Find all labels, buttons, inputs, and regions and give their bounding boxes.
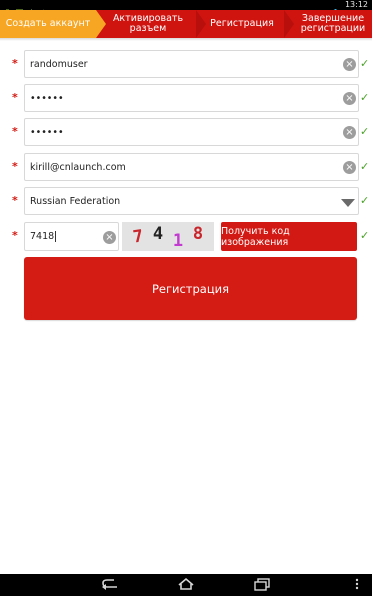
download-icon (28, 1, 35, 16)
required-mark: * (12, 160, 18, 173)
required-mark: * (12, 91, 18, 104)
required-mark: * (12, 194, 18, 207)
step-arrow-icon (284, 10, 294, 38)
valid-check-icon: ✓ (360, 91, 370, 104)
clear-icon[interactable]: × (343, 92, 356, 105)
status-time: 13:12 (344, 0, 368, 9)
status-bar-system: 13:12 (320, 0, 368, 17)
valid-check-icon: ✓ (360, 229, 370, 242)
step-activate-connector: Активировать разъем (112, 13, 184, 34)
back-icon[interactable] (101, 577, 119, 596)
required-mark: * (12, 229, 18, 242)
captcha-input[interactable]: 7418 × (24, 222, 119, 251)
recent-apps-icon[interactable] (253, 577, 271, 596)
username-input[interactable]: randomuser × (24, 50, 359, 78)
clear-icon[interactable]: × (343, 161, 356, 174)
step-finish-registration: Завершение регистрации (300, 13, 366, 34)
warning-icon (40, 1, 47, 16)
dropdown-arrow-icon[interactable] (341, 199, 355, 207)
captcha-digit: 8 (192, 223, 204, 244)
image-icon (16, 1, 23, 16)
status-bar-notifications (4, 1, 47, 16)
registration-steps: Создать аккаунт Активировать разъем Реги… (0, 10, 372, 38)
required-mark: * (12, 125, 18, 138)
battery-icon (333, 2, 340, 17)
password-input[interactable]: •••••• × (24, 84, 359, 112)
navigation-bar (0, 574, 372, 596)
valid-check-icon: ✓ (360, 57, 370, 70)
username-value: randomuser (30, 58, 88, 70)
clear-icon[interactable]: × (343, 58, 356, 71)
get-captcha-button[interactable]: Получить код изображения (221, 222, 357, 251)
step-arrow-icon (196, 10, 206, 38)
step-create-account: Создать аккаунт (0, 10, 96, 38)
home-icon[interactable] (177, 577, 195, 596)
country-value: Russian Federation (30, 195, 121, 207)
captcha-digit: 7 (131, 225, 145, 248)
register-button[interactable]: Регистрация (24, 257, 357, 320)
valid-check-icon: ✓ (360, 194, 370, 207)
password-value: •••••• (30, 92, 64, 104)
clear-icon[interactable]: × (103, 231, 116, 244)
status-bar: 13:12 (0, 0, 372, 17)
confirm-password-value: •••••• (30, 126, 64, 138)
required-mark: * (12, 57, 18, 70)
android-icon (4, 1, 11, 15)
confirm-password-input[interactable]: •••••• × (24, 118, 359, 146)
clear-icon[interactable]: × (343, 126, 356, 139)
captcha-value: 7418 (30, 231, 55, 242)
menu-icon[interactable] (354, 577, 360, 596)
header-shadow (0, 38, 372, 41)
country-select[interactable]: Russian Federation (24, 187, 359, 215)
wifi-icon (320, 2, 329, 17)
step-registration: Регистрация (210, 18, 274, 29)
captcha-digit: 1 (172, 230, 184, 251)
valid-check-icon: ✓ (360, 160, 370, 173)
text-cursor (55, 231, 57, 242)
email-input[interactable]: kirill@cnlaunch.com × (24, 153, 359, 181)
valid-check-icon: ✓ (360, 125, 370, 138)
email-value: kirill@cnlaunch.com (30, 161, 126, 173)
captcha-digit: 4 (152, 223, 164, 244)
captcha-image: 7 4 1 8 (122, 222, 214, 251)
